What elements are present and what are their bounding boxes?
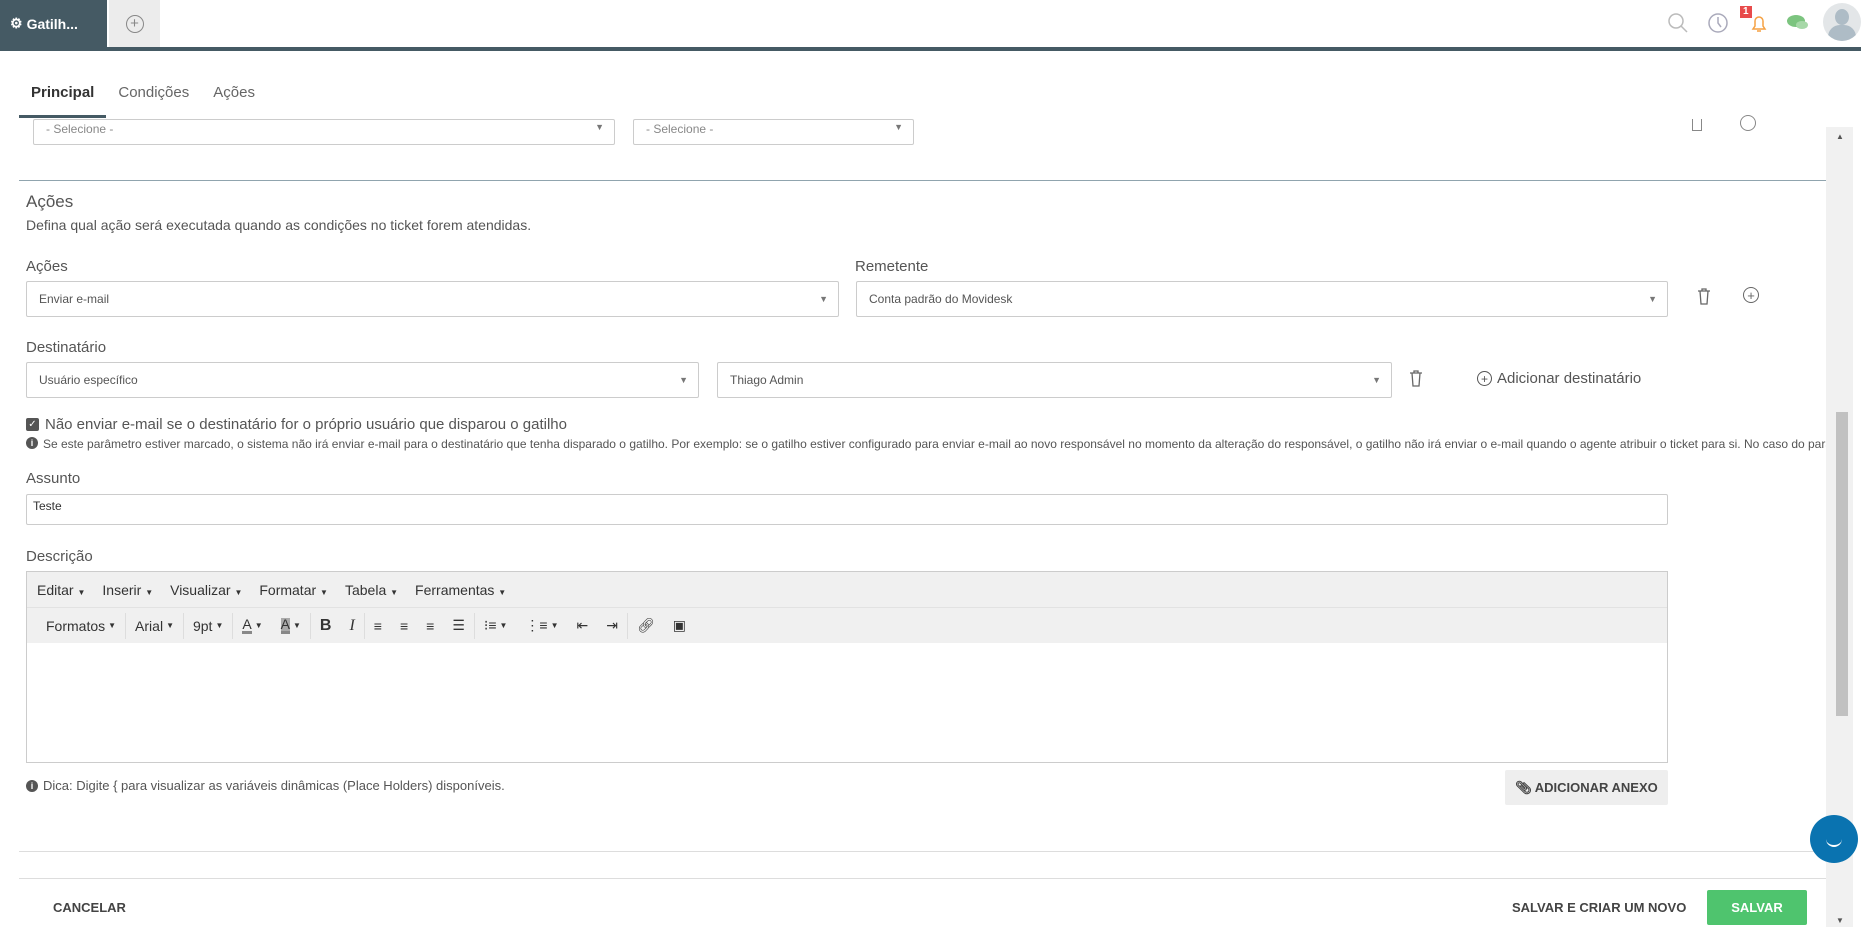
align-left-icon[interactable]: ≡ <box>365 618 391 634</box>
chevron-down-icon: ▼ <box>595 122 604 132</box>
gear-icon: ⚙ <box>10 15 23 31</box>
tab-acoes[interactable]: Ações <box>201 84 267 118</box>
placeholder-tip: i Dica: Digite { para visualizar as variá… <box>26 778 505 793</box>
editor-menubar: Editar ▼ Inserir ▼ Visualizar ▼ Formatar… <box>27 572 1667 608</box>
remetente-label: Remetente <box>855 258 929 275</box>
info-icon: i <box>26 779 38 792</box>
editor-toolbar: Formatos ▼ Arial ▼ 9pt ▼ A ▼ A ▼ B I ≡ ≡ ≡ … <box>27 608 1667 643</box>
font-size-dropdown[interactable]: 9pt ▼ <box>184 618 232 634</box>
trash-icon[interactable] <box>1697 288 1711 306</box>
link-icon[interactable]: 🔗︎ <box>628 617 664 634</box>
checkbox-info: i Se este parâmetro estiver marcado, o si… <box>26 437 1826 451</box>
text-color-button[interactable]: A ▼ <box>233 617 271 634</box>
paperclip-icon: 📎︎ <box>1515 779 1532 795</box>
chevron-down-icon: ▼ <box>679 375 688 385</box>
italic-button[interactable]: I <box>340 617 363 635</box>
checkbox-checked-icon[interactable]: ✓ <box>26 418 39 431</box>
chat-icon[interactable] <box>1786 12 1810 34</box>
chevron-down-icon: ▼ <box>894 122 903 132</box>
trash-icon[interactable] <box>1409 370 1423 388</box>
menu-ferramentas[interactable]: Ferramentas ▼ <box>415 582 506 598</box>
add-action-icon[interactable]: + <box>1743 287 1759 303</box>
top-bar <box>0 0 1861 47</box>
align-right-icon[interactable]: ≡ <box>417 618 443 634</box>
background-color-button[interactable]: A ▼ <box>272 617 310 634</box>
outdent-icon[interactable]: ⇤ <box>568 617 598 634</box>
image-icon[interactable]: ▣ <box>664 617 695 634</box>
add-attachment-button[interactable]: 📎︎ ADICIONAR ANEXO <box>1505 770 1668 805</box>
destinatario-type-select[interactable]: Usuário específico ▼ <box>26 362 699 398</box>
notification-badge: 1 <box>1740 6 1752 18</box>
menu-editar[interactable]: Editar ▼ <box>37 582 85 598</box>
acoes-select[interactable]: Enviar e-mail ▼ <box>26 281 839 317</box>
section-description: Defina qual ação será executada quando a… <box>26 217 532 233</box>
chevron-down-icon: ▼ <box>1372 375 1381 385</box>
chevron-down-icon: ▼ <box>1648 294 1657 304</box>
acoes-label: Ações <box>26 258 68 275</box>
destinatario-label: Destinatário <box>26 339 107 356</box>
editor-body[interactable] <box>27 643 1667 762</box>
align-justify-icon[interactable]: ☰ <box>443 617 474 634</box>
align-center-icon[interactable]: ≡ <box>391 618 417 634</box>
bold-button[interactable]: B <box>311 617 341 635</box>
top-select-1[interactable]: - Selecione - ▼ <box>33 119 615 145</box>
plus-circle-icon: + <box>125 14 144 33</box>
section-divider <box>19 180 1826 181</box>
numbered-list-icon[interactable]: ⋮≡ ▼ <box>516 617 567 634</box>
save-and-new-button[interactable]: SALVAR E CRIAR UM NOVO <box>1512 900 1686 915</box>
descricao-label: Descrição <box>26 548 93 565</box>
avatar[interactable] <box>1823 3 1861 41</box>
scrollbar-thumb[interactable] <box>1836 412 1848 716</box>
assunto-label: Assunto <box>26 470 81 487</box>
top-select-2[interactable]: - Selecione - ▼ <box>633 119 914 145</box>
formats-dropdown[interactable]: Formatos ▼ <box>37 618 125 634</box>
section-title: Ações <box>26 192 74 211</box>
info-icon: i <box>26 437 38 449</box>
rich-text-editor: Editar ▼ Inserir ▼ Visualizar ▼ Formatar… <box>26 571 1668 763</box>
tab-condicoes[interactable]: Condições <box>106 84 201 118</box>
add-recipient-button[interactable]: + Adicionar destinatário <box>1477 370 1641 387</box>
plus-circle-icon[interactable] <box>1740 115 1756 131</box>
clock-icon[interactable] <box>1707 12 1729 34</box>
save-button[interactable]: SALVAR <box>1707 890 1807 925</box>
chat-widget-button[interactable] <box>1810 815 1858 863</box>
plus-circle-icon: + <box>1477 371 1492 386</box>
tab-principal[interactable]: Principal <box>19 84 107 118</box>
header-divider <box>0 47 1861 51</box>
skip-self-checkbox[interactable]: ✓ Não enviar e-mail se o destinatário for… <box>26 416 567 433</box>
cancel-button[interactable]: CANCELAR <box>53 900 126 915</box>
destinatario-user-select[interactable]: Thiago Admin ▼ <box>717 362 1392 398</box>
app-tab-gatilhos[interactable]: ⚙ Gatilh... <box>0 0 107 47</box>
add-tab-button[interactable]: + <box>109 0 160 47</box>
font-dropdown[interactable]: Arial ▼ <box>126 618 183 634</box>
footer-divider <box>19 878 1826 879</box>
smile-icon <box>1826 839 1842 847</box>
assunto-input[interactable]: Teste <box>26 494 1668 525</box>
trash-icon[interactable] <box>1692 119 1702 131</box>
indent-icon[interactable]: ⇥ <box>597 617 627 634</box>
menu-tabela[interactable]: Tabela ▼ <box>345 582 398 598</box>
divider <box>19 851 1826 852</box>
tab-bar: Principal Condições Ações <box>19 84 267 118</box>
menu-inserir[interactable]: Inserir ▼ <box>102 582 153 598</box>
search-icon[interactable] <box>1667 12 1689 34</box>
menu-formatar[interactable]: Formatar ▼ <box>259 582 328 598</box>
chevron-down-icon: ▼ <box>819 294 828 304</box>
menu-visualizar[interactable]: Visualizar ▼ <box>170 582 242 598</box>
bullet-list-icon[interactable]: ⁝≡ ▼ <box>475 617 517 634</box>
remetente-select[interactable]: Conta padrão do Movidesk ▼ <box>856 281 1668 317</box>
scrollbar[interactable]: ▲ ▼ <box>1826 127 1853 927</box>
